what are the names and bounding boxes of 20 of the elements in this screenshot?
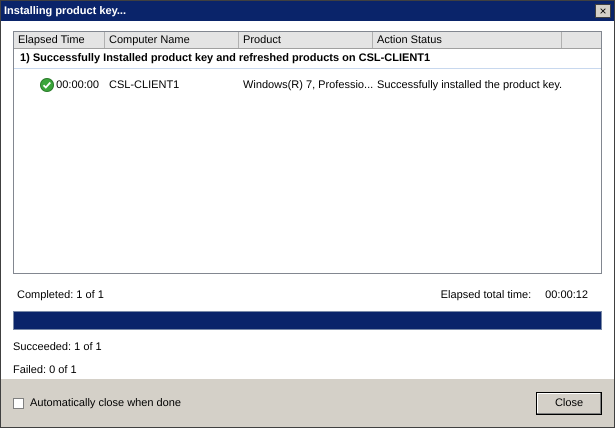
completed-count: Completed: 1 of 1 [17,288,104,303]
window-title: Installing product key... [4,4,126,19]
table-cell: CSL-CLIENT1 [109,78,180,91]
column-header[interactable]: Product [239,32,373,48]
checkbox[interactable] [13,398,24,409]
column-header[interactable]: Elapsed Time [14,32,105,48]
table-cell: Windows(R) 7, Professio... [243,78,374,91]
summary-text: Failed: 0 of 1 [13,363,78,378]
check-icon [40,78,54,92]
summary-text: Succeeded: 1 of 1 [13,340,103,354]
column-header[interactable]: Action Status [373,32,562,48]
close-dialog-button[interactable]: Close [536,392,602,415]
elapsed-label: Elapsed total time: [440,288,532,303]
table-cell-text: 00:00:00 [56,78,99,93]
table-cell: Successfully installed the product key. [377,78,562,91]
elapsed-value: 00:00:12 [545,288,588,303]
checkbox-label: Automatically close when done [30,396,182,412]
close-button[interactable]: × [595,4,611,18]
column-header[interactable]: Computer Name [105,32,239,48]
group-header: 1) Successfully Installed product key and refreshed products on CSL-CLIENT1 [20,51,430,66]
